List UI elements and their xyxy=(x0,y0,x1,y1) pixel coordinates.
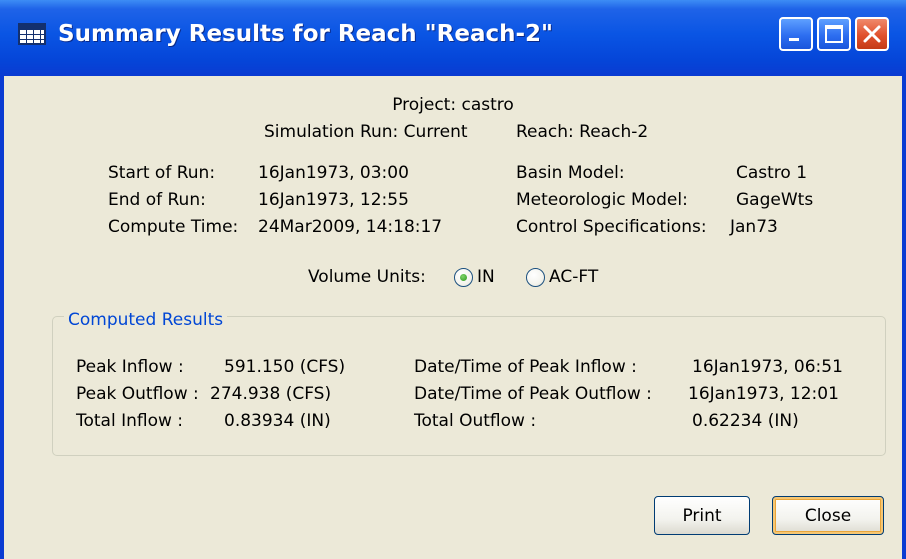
peak-inflow-label: Peak Inflow : xyxy=(76,357,184,377)
total-outflow-value: 0.62234 (IN) xyxy=(692,411,799,431)
project-label: Project: castro xyxy=(392,95,514,115)
peak-outflow-time-label: Date/Time of Peak Outflow : xyxy=(414,384,652,404)
title-bar[interactable]: Summary Results for Reach "Reach-2" xyxy=(0,0,906,76)
reach-label: Reach: Reach-2 xyxy=(516,122,649,142)
end-of-run-label: End of Run: xyxy=(108,190,206,210)
radio-in-label[interactable]: IN xyxy=(477,266,495,288)
close-window-button[interactable] xyxy=(855,17,889,51)
start-of-run-label: Start of Run: xyxy=(108,163,216,183)
total-inflow-value: 0.83934 (IN) xyxy=(224,411,331,431)
end-of-run-value: 16Jan1973, 12:55 xyxy=(258,190,409,210)
window-title: Summary Results for Reach "Reach-2" xyxy=(58,21,554,47)
peak-inflow-time-value: 16Jan1973, 06:51 xyxy=(692,357,843,377)
summary-results-dialog: Summary Results for Reach "Reach-2" Proj… xyxy=(0,0,906,559)
maximize-button[interactable] xyxy=(817,17,851,51)
simulation-run-label: Simulation Run: Current xyxy=(264,122,468,142)
print-button[interactable]: Print xyxy=(654,496,750,535)
volume-units-label: Volume Units: xyxy=(308,267,426,287)
peak-inflow-value: 591.150 (CFS) xyxy=(224,357,346,377)
radio-in[interactable] xyxy=(454,268,473,287)
total-outflow-label: Total Outflow : xyxy=(414,411,537,431)
control-specifications-label: Control Specifications: xyxy=(516,217,707,237)
minimize-icon xyxy=(789,38,799,41)
basin-model-value: Castro 1 xyxy=(736,163,808,183)
basin-model-label: Basin Model: xyxy=(516,163,625,183)
peak-outflow-label: Peak Outflow : xyxy=(76,384,199,404)
peak-inflow-time-label: Date/Time of Peak Inflow : xyxy=(414,357,637,377)
peak-outflow-value: 274.938 (CFS) xyxy=(210,384,332,404)
maximize-icon xyxy=(825,25,843,43)
radio-ac-ft-label[interactable]: AC-FT xyxy=(549,266,598,288)
meteorologic-model-label: Meteorologic Model: xyxy=(516,190,688,210)
minimize-button[interactable] xyxy=(779,17,813,51)
computed-results-title: Computed Results xyxy=(64,309,228,331)
control-specifications-value: Jan73 xyxy=(730,217,778,237)
close-button[interactable]: Close xyxy=(772,496,884,535)
meteorologic-model-value: GageWts xyxy=(736,190,814,210)
close-icon xyxy=(863,25,881,43)
radio-selected-dot xyxy=(460,274,467,281)
compute-time-value: 24Mar2009, 14:18:17 xyxy=(258,217,443,237)
radio-ac-ft[interactable] xyxy=(526,268,545,287)
compute-time-label: Compute Time: xyxy=(108,217,239,237)
total-inflow-label: Total Inflow : xyxy=(76,411,184,431)
peak-outflow-time-value: 16Jan1973, 12:01 xyxy=(688,384,839,404)
start-of-run-value: 16Jan1973, 03:00 xyxy=(258,163,409,183)
table-icon xyxy=(18,23,46,45)
